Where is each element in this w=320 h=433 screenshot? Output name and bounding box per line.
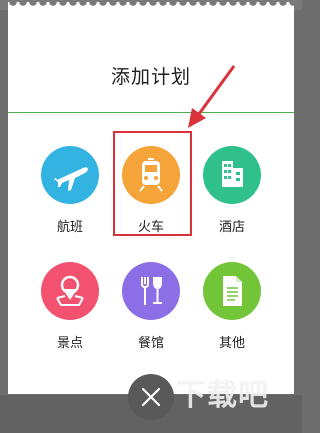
dialog-title: 添加计划 [110,66,191,88]
close-icon [141,387,161,407]
torn-edge-decoration [8,2,294,10]
option-label: 其他 [218,336,245,351]
option-restaurant[interactable]: 餐馆 [111,262,191,351]
add-plan-dialog: 添加计划 航班 火车 酒店 景点 餐馆 其他 [8,6,294,394]
option-hotel[interactable]: 酒店 [192,146,272,235]
pointer-arrow-icon [188,65,236,128]
option-attraction[interactable]: 景点 [30,262,110,351]
airplane-icon [41,146,99,204]
option-label: 景点 [56,336,83,351]
option-label: 航班 [56,220,83,235]
option-label: 酒店 [218,220,245,235]
option-label: 餐馆 [137,336,164,351]
close-button[interactable] [128,374,174,420]
highlight-box [113,131,192,236]
hotel-building-icon [203,146,261,204]
document-icon [203,262,261,320]
title-divider [8,112,294,113]
option-other[interactable]: 其他 [192,262,272,351]
landmark-pin-icon [41,262,99,320]
option-flight[interactable]: 航班 [30,146,110,235]
watermark-text: 下载吧 [176,378,269,413]
fork-wine-glass-icon [122,262,180,320]
